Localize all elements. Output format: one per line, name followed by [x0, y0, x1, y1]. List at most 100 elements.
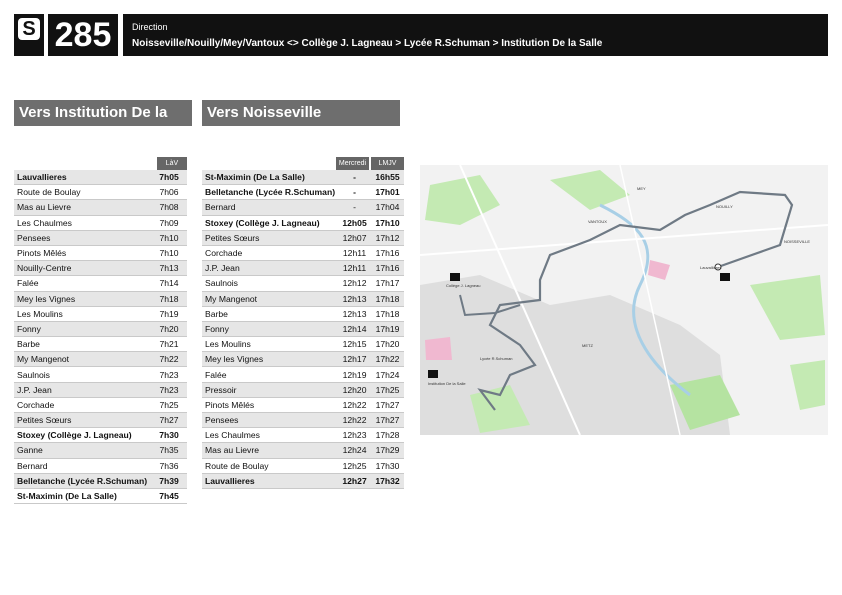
table-row: Saulnois 12h12 17h17 — [202, 275, 404, 292]
table-row: Bernard 7h36 — [14, 458, 187, 474]
table-row: Pensees 12h22 17h27 — [202, 412, 404, 429]
lmjv-time: 17h27 — [371, 412, 404, 429]
table-row: St-Maximin (De La Salle) 7h45 — [14, 488, 187, 505]
lmjv-time: 17h04 — [371, 199, 404, 216]
wednesday-time: - — [338, 170, 372, 186]
table-row: Route de Boulay 7h06 — [14, 184, 187, 201]
stop-name: Mey les Vignes — [202, 351, 339, 368]
direction-bar: Direction Noisseville/Nouilly/Mey/Vantou… — [123, 14, 828, 56]
map-label: Lauvallières — [700, 265, 721, 270]
map-label: MEY — [637, 186, 646, 191]
departure-time: 7h05 — [151, 170, 187, 186]
map-label: METZ — [582, 343, 593, 348]
school-stop-marker[interactable] — [428, 370, 438, 378]
stop-name: My Mangenot — [202, 291, 339, 307]
departure-time: 7h27 — [151, 412, 187, 429]
table-row: Mas au Lievre 12h24 17h29 — [202, 442, 404, 459]
lmjv-time: 17h29 — [371, 442, 404, 459]
table-row: Les Chaulmes 12h23 17h28 — [202, 427, 404, 444]
mode-badge: S — [14, 14, 44, 56]
departure-time: 7h25 — [151, 397, 187, 414]
school-stop-marker[interactable] — [720, 273, 730, 281]
tab-inbound[interactable]: Vers Noisseville — [202, 100, 400, 126]
table-row: Corchade 12h11 17h16 — [202, 245, 404, 262]
stop-name: Mas au Lievre — [202, 442, 339, 459]
stop-name: Petites Sœurs — [202, 230, 339, 246]
stop-name: Corchade — [202, 245, 339, 262]
table-row: Barbe 7h21 — [14, 336, 187, 353]
outbound-col-header: LàV — [157, 157, 187, 170]
route-description: Noisseville/Nouilly/Mey/Vantoux <> Collè… — [132, 38, 603, 49]
stop-name: Les Chaulmes — [14, 215, 151, 231]
map-label: VANTOUX — [588, 219, 607, 224]
stop-name: Les Chaulmes — [202, 427, 339, 444]
wednesday-time: 12h13 — [338, 291, 372, 307]
stop-name: Pensees — [202, 412, 339, 429]
stop-name: Bernard — [14, 458, 151, 474]
route-map[interactable]: MEY NOUILLY VANTOUX NOISSEVILLE METZ Lau… — [420, 165, 828, 435]
table-row: Mey les Vignes 7h18 — [14, 291, 187, 307]
stop-name: My Mangenot — [14, 351, 151, 368]
departure-time: 7h13 — [151, 260, 187, 277]
map-label: Lycée R.Schuman — [480, 356, 513, 361]
lmjv-time: 17h25 — [371, 382, 404, 398]
lmjv-time: 17h18 — [371, 291, 404, 307]
stop-name: Belletanche (Lycée R.Schuman) — [202, 184, 339, 201]
stop-name: Ganne — [14, 442, 151, 459]
stop-name: Falée — [14, 275, 151, 292]
wednesday-time: 12h05 — [338, 215, 372, 231]
wednesday-time: 12h20 — [338, 382, 372, 398]
departure-time: 7h39 — [151, 473, 187, 489]
stop-name: Mas au Lievre — [14, 199, 151, 216]
departure-time: 7h23 — [151, 382, 187, 398]
stop-name: Nouilly-Centre — [14, 260, 151, 277]
departure-time: 7h36 — [151, 458, 187, 474]
wednesday-time: - — [338, 199, 372, 216]
table-row: Lauvallieres 12h27 17h32 — [202, 473, 404, 489]
stop-name: St-Maximin (De La Salle) — [202, 170, 339, 186]
table-row: Pinots Mêlés 12h22 17h27 — [202, 397, 404, 414]
lmjv-time: 17h28 — [371, 427, 404, 444]
stop-name: Falée — [202, 366, 339, 383]
school-stop-marker[interactable] — [450, 273, 460, 281]
table-row: J.P. Jean 12h11 17h16 — [202, 260, 404, 277]
stop-name: Stoxey (Collège J. Lagneau) — [202, 215, 339, 231]
stop-name: J.P. Jean — [202, 260, 339, 277]
lmjv-time: 17h17 — [371, 275, 404, 292]
map-label: Collège J. Lagneau — [446, 283, 480, 288]
departure-time: 7h19 — [151, 306, 187, 322]
wednesday-time: 12h11 — [338, 260, 372, 277]
table-row: Petites Sœurs 12h07 17h12 — [202, 230, 404, 246]
departure-time: 7h08 — [151, 199, 187, 216]
tab-outbound[interactable]: Vers Institution De la Salle — [14, 100, 192, 147]
wednesday-time: 12h19 — [338, 366, 372, 383]
wednesday-time: 12h17 — [338, 351, 372, 368]
lmjv-time: 17h32 — [371, 473, 404, 489]
wednesday-time: 12h07 — [338, 230, 372, 246]
departure-time: 7h23 — [151, 366, 187, 383]
lmjv-time: 17h19 — [371, 321, 404, 338]
wednesday-time: 12h11 — [338, 245, 372, 262]
pink-zone — [425, 337, 452, 360]
direction-label: Direction — [132, 22, 168, 32]
lmjv-time: 16h55 — [371, 170, 404, 186]
table-row: Petites Sœurs 7h27 — [14, 412, 187, 429]
stop-name: Route de Boulay — [14, 184, 151, 201]
lmjv-time: 17h12 — [371, 230, 404, 246]
stop-name: Petites Sœurs — [14, 412, 151, 429]
lmjv-time: 17h18 — [371, 306, 404, 322]
stop-name: Stoxey (Collège J. Lagneau) — [14, 427, 151, 444]
wednesday-time: - — [338, 184, 372, 201]
departure-time: 7h06 — [151, 184, 187, 201]
stop-name: Pinots Mêlés — [14, 245, 151, 262]
table-row: Barbe 12h13 17h18 — [202, 306, 404, 322]
wednesday-time: 12h22 — [338, 397, 372, 414]
departure-time: 7h45 — [151, 488, 187, 505]
map-label: NOUILLY — [716, 204, 733, 209]
departure-time: 7h14 — [151, 275, 187, 292]
line-number: 285 — [48, 14, 118, 56]
table-row: Les Chaulmes 7h09 — [14, 215, 187, 231]
lmjv-time: 17h01 — [371, 184, 404, 201]
table-row: Nouilly-Centre 7h13 — [14, 260, 187, 277]
table-row: St-Maximin (De La Salle) -16h55 — [202, 170, 404, 186]
